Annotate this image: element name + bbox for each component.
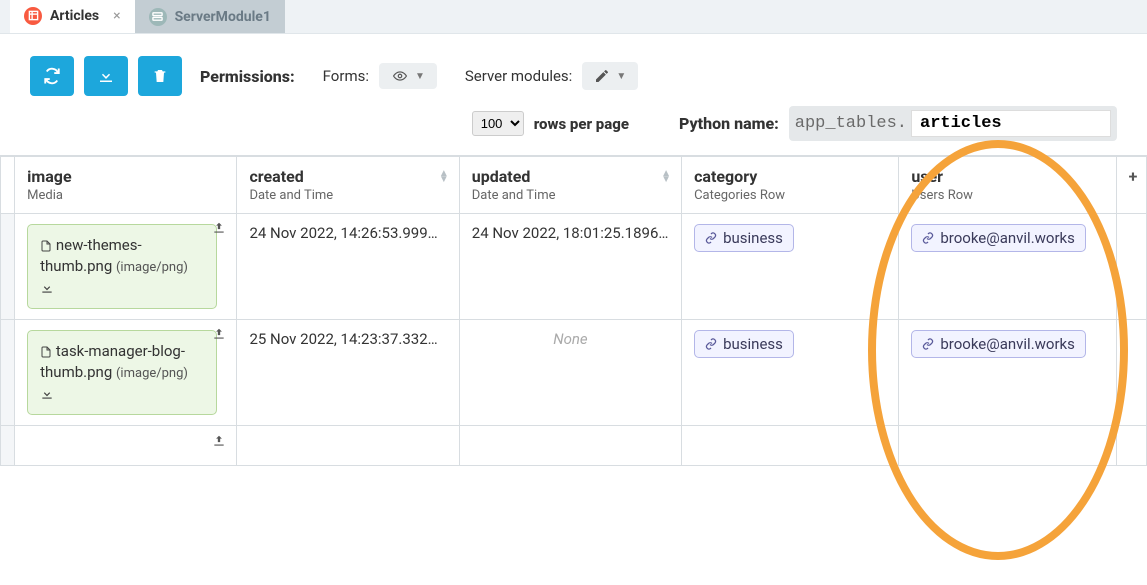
row-handle[interactable] xyxy=(1,426,15,466)
cell-created[interactable]: 25 Nov 2022, 14:23:37.332… xyxy=(237,320,459,426)
cell-image-empty[interactable] xyxy=(15,426,237,466)
toolbar: Permissions: Forms: ▼ Server modules: ▼ xyxy=(0,34,1147,106)
server-modules-label: Server modules: xyxy=(465,67,572,85)
python-name-input[interactable] xyxy=(911,110,1111,137)
python-name-label: Python name: xyxy=(679,114,779,133)
table-row[interactable]: new-themes-thumb.png (image/png) 24 Nov … xyxy=(1,214,1147,320)
close-icon[interactable]: × xyxy=(113,8,120,24)
upload-icon[interactable] xyxy=(212,220,226,236)
chevron-down-icon: ▼ xyxy=(415,71,425,82)
cell-image[interactable]: task-manager-blog-thumb.png (image/png) xyxy=(15,320,237,426)
download-button[interactable] xyxy=(84,56,128,96)
forms-permission-button[interactable]: ▼ xyxy=(379,63,437,89)
upload-icon[interactable] xyxy=(212,326,226,342)
cell-empty[interactable] xyxy=(899,426,1116,466)
sub-toolbar: 100 rows per page Python name: app_table… xyxy=(0,106,1147,155)
tab-label: Articles xyxy=(50,8,99,24)
cell-updated[interactable]: 24 Nov 2022, 18:01:25.1896… xyxy=(459,214,681,320)
add-column-button[interactable]: + xyxy=(1116,157,1146,214)
table-row-new[interactable] xyxy=(1,426,1147,466)
cell-user[interactable]: brooke@anvil.works xyxy=(899,214,1116,320)
row-end xyxy=(1116,214,1146,320)
upload-icon[interactable] xyxy=(212,432,226,448)
rows-per-page-select[interactable]: 100 xyxy=(472,111,524,136)
media-mime: (image/png) xyxy=(116,366,188,381)
tab-servermodule1[interactable]: ServerModule1 xyxy=(135,0,285,33)
table-header-row: image Media created Date and Time ▲▼ upd… xyxy=(1,157,1147,214)
server-icon xyxy=(149,8,167,26)
cell-category[interactable]: business xyxy=(682,214,899,320)
cell-empty[interactable] xyxy=(682,426,899,466)
action-buttons xyxy=(30,56,182,96)
column-header-category[interactable]: category Categories Row xyxy=(682,157,899,214)
data-table: image Media created Date and Time ▲▼ upd… xyxy=(0,155,1147,466)
cell-category[interactable]: business xyxy=(682,320,899,426)
row-handle[interactable] xyxy=(1,214,15,320)
table-row[interactable]: task-manager-blog-thumb.png (image/png) … xyxy=(1,320,1147,426)
eye-icon xyxy=(391,69,409,83)
user-link-chip[interactable]: brooke@anvil.works xyxy=(911,224,1086,252)
media-file-chip[interactable]: new-themes-thumb.png (image/png) xyxy=(27,224,217,309)
column-header-user[interactable]: user Users Row xyxy=(899,157,1116,214)
table-icon xyxy=(24,7,42,25)
download-icon[interactable] xyxy=(40,278,54,296)
tab-label: ServerModule1 xyxy=(175,9,271,25)
forms-label: Forms: xyxy=(323,67,369,85)
file-icon xyxy=(40,342,56,360)
tab-bar: Articles × ServerModule1 xyxy=(0,0,1147,34)
category-link-chip[interactable]: business xyxy=(694,330,794,358)
media-file-chip[interactable]: task-manager-blog-thumb.png (image/png) xyxy=(27,330,217,415)
pencil-icon xyxy=(594,68,610,84)
column-header-created[interactable]: created Date and Time ▲▼ xyxy=(237,157,459,214)
media-mime: (image/png) xyxy=(116,260,188,275)
forms-permission: Forms: ▼ xyxy=(323,63,437,89)
python-name-prefix: app_tables. xyxy=(795,114,907,133)
row-handle[interactable] xyxy=(1,320,15,426)
cell-empty[interactable] xyxy=(237,426,459,466)
cell-created[interactable]: 24 Nov 2022, 14:26:53.999… xyxy=(237,214,459,320)
cell-image[interactable]: new-themes-thumb.png (image/png) xyxy=(15,214,237,320)
row-end xyxy=(1116,320,1146,426)
delete-button[interactable] xyxy=(138,56,182,96)
column-header-image[interactable]: image Media xyxy=(15,157,237,214)
permissions-label: Permissions: xyxy=(200,67,295,86)
sort-icon[interactable]: ▲▼ xyxy=(661,171,671,183)
cell-updated[interactable]: None xyxy=(459,320,681,426)
user-link-chip[interactable]: brooke@anvil.works xyxy=(911,330,1086,358)
chevron-down-icon: ▼ xyxy=(616,71,626,82)
column-header-updated[interactable]: updated Date and Time ▲▼ xyxy=(459,157,681,214)
category-link-chip[interactable]: business xyxy=(694,224,794,252)
server-modules-permission-button[interactable]: ▼ xyxy=(582,62,638,90)
cell-user[interactable]: brooke@anvil.works xyxy=(899,320,1116,426)
rows-per-page-label: rows per page xyxy=(534,115,629,133)
cell-empty[interactable] xyxy=(459,426,681,466)
row-handle-header xyxy=(1,157,15,214)
sort-icon[interactable]: ▲▼ xyxy=(439,171,449,183)
file-icon xyxy=(40,236,56,254)
python-name-field: app_tables. xyxy=(789,106,1117,141)
row-end xyxy=(1116,426,1146,466)
refresh-button[interactable] xyxy=(30,56,74,96)
server-modules-permission: Server modules: ▼ xyxy=(465,62,638,90)
tab-articles[interactable]: Articles × xyxy=(10,0,135,33)
download-icon[interactable] xyxy=(40,384,54,402)
